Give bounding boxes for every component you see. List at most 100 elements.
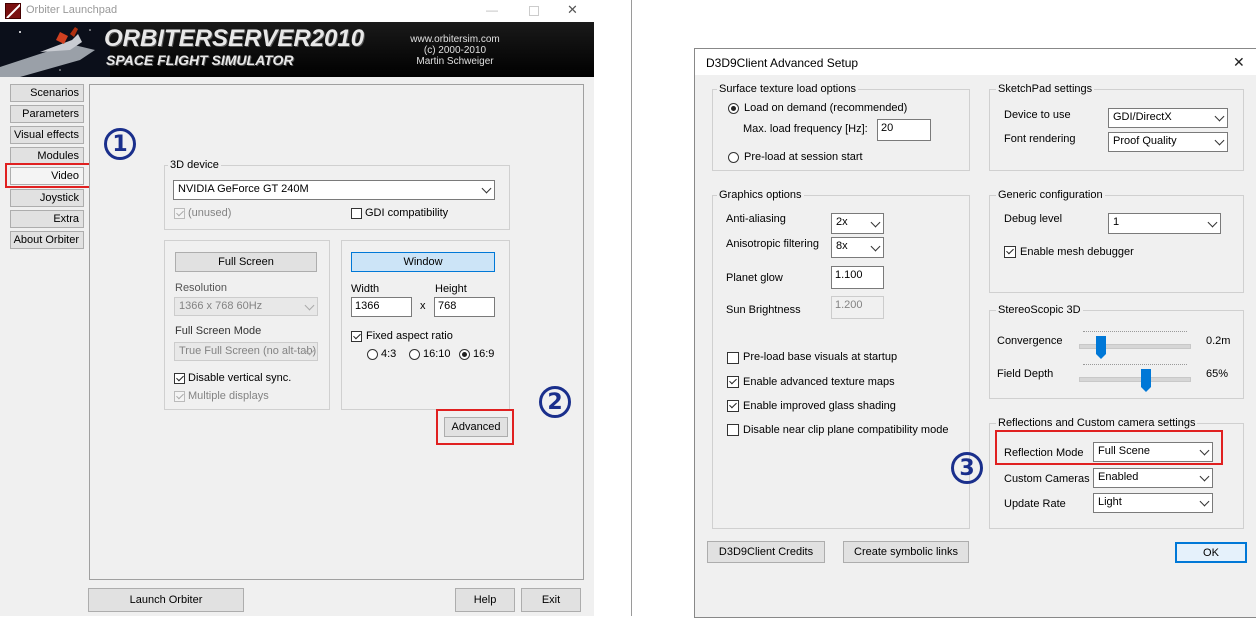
glass-shading-checkbox[interactable] [727, 400, 739, 412]
sketchpad-group-label: SketchPad settings [996, 83, 1095, 95]
anti-aliasing-select[interactable]: 2x [831, 213, 884, 234]
nav-joystick[interactable]: Joystick [10, 189, 84, 207]
load-on-demand-radio[interactable] [728, 103, 739, 114]
convergence-slider[interactable] [1079, 331, 1191, 359]
reflections-group-label: Reflections and Custom camera settings [996, 417, 1198, 429]
nav-about-orbiter[interactable]: About Orbiter [10, 231, 84, 249]
chevron-down-icon [1207, 217, 1218, 227]
unused-checkbox[interactable] [174, 208, 185, 219]
size-separator: x [420, 300, 426, 312]
fixed-aspect-label: Fixed aspect ratio [366, 330, 453, 342]
window-button[interactable]: Window [351, 252, 495, 272]
vsync-checkbox[interactable] [174, 373, 185, 384]
preload-base-checkbox[interactable] [727, 352, 739, 364]
debug-level-select[interactable]: 1 [1108, 213, 1221, 234]
mesh-debugger-label: Enable mesh debugger [1020, 246, 1134, 258]
gdi-compat-label: GDI compatibility [365, 207, 449, 219]
height-input[interactable]: 768 [434, 297, 495, 317]
chevron-down-icon [1214, 135, 1225, 146]
ratio-4-3-radio[interactable] [367, 349, 378, 360]
field-depth-value: 65% [1206, 368, 1229, 380]
d3d9-title: D3D9Client Advanced Setup [706, 56, 859, 70]
font-rendering-select[interactable]: Proof Quality [1108, 132, 1228, 152]
ratio-16-9-radio[interactable] [459, 349, 470, 360]
anti-aliasing-label: Anti-aliasing [726, 213, 786, 225]
font-rendering-label: Font rendering [1004, 133, 1076, 145]
graphics-group-label: Graphics options [717, 189, 804, 201]
device-select[interactable]: NVIDIA GeForce GT 240M [173, 180, 495, 200]
mesh-debugger-checkbox[interactable] [1004, 246, 1016, 258]
fullscreen-mode-label: Full Screen Mode [175, 325, 262, 337]
field-depth-slider[interactable] [1079, 364, 1191, 392]
sketchpad-group [989, 89, 1244, 171]
screenshot-divider [631, 0, 632, 616]
nav-parameters[interactable]: Parameters [10, 105, 84, 123]
annotation-3: 3 [951, 452, 983, 484]
generic-group-label: Generic configuration [996, 189, 1105, 201]
field-depth-slider-thumb[interactable] [1141, 369, 1151, 392]
maximize-icon[interactable] [529, 6, 539, 16]
sun-brightness-input[interactable]: 1.200 [831, 296, 884, 319]
close-icon[interactable]: ✕ [567, 2, 578, 18]
nav-scenarios[interactable]: Scenarios [10, 84, 84, 102]
planet-glow-label: Planet glow [726, 272, 783, 284]
ok-button[interactable]: OK [1175, 542, 1247, 563]
multiple-displays-checkbox[interactable] [174, 391, 185, 402]
field-depth-label: Field Depth [997, 368, 1054, 380]
site-url: www.orbitersim.com [410, 34, 500, 45]
near-clip-checkbox[interactable] [727, 424, 739, 436]
convergence-slider-thumb[interactable] [1096, 336, 1106, 359]
fullscreen-button[interactable]: Full Screen [175, 252, 317, 272]
ratio-16-10-label: 16:10 [423, 348, 451, 360]
banner-credits: www.orbitersim.com (c) 2000-2010 Martin … [400, 34, 510, 67]
convergence-value: 0.2m [1206, 335, 1231, 347]
ratio-16-10-radio[interactable] [409, 349, 420, 360]
near-clip-label: Disable near clip plane compatibility mo… [743, 424, 949, 436]
resolution-select[interactable]: 1366 x 768 60Hz [174, 297, 318, 316]
exit-button[interactable]: Exit [521, 588, 581, 612]
launch-orbiter-button[interactable]: Launch Orbiter [88, 588, 244, 612]
chevron-down-icon [304, 300, 315, 310]
nav-extra[interactable]: Extra [10, 210, 84, 228]
fixed-aspect-checkbox[interactable] [351, 331, 362, 342]
nav-visual-effects[interactable]: Visual effects [10, 126, 84, 144]
width-input[interactable]: 1366 [351, 297, 412, 317]
load-on-demand-label: Load on demand (recommended) [744, 102, 908, 114]
orbiter-banner: ORBITERSERVER2010 SPACE FLIGHT SIMULATOR… [0, 22, 594, 77]
close-icon[interactable]: ✕ [1233, 54, 1245, 71]
max-load-freq-input[interactable]: 20 [877, 119, 931, 141]
d3d9-credits-button[interactable]: D3D9Client Credits [707, 541, 825, 563]
update-rate-select[interactable]: Light [1093, 493, 1213, 513]
fullscreen-mode-select[interactable]: True Full Screen (no alt-tab) [174, 342, 318, 361]
space-shuttle-image [0, 22, 110, 77]
chevron-down-icon [870, 241, 881, 251]
device-to-use-select[interactable]: GDI/DirectX [1108, 108, 1228, 128]
d3d9-titlebar[interactable]: D3D9Client Advanced Setup ✕ [695, 49, 1256, 75]
advanced-texture-checkbox[interactable] [727, 376, 739, 388]
minimize-icon[interactable]: — [486, 3, 498, 17]
preload-session-radio[interactable] [728, 152, 739, 163]
chevron-down-icon [481, 183, 492, 194]
gdi-compat-checkbox[interactable] [351, 208, 362, 219]
multiple-displays-label: Multiple displays [188, 390, 269, 402]
custom-cameras-select[interactable]: Enabled [1093, 468, 1213, 488]
field-depth-slider-track [1079, 377, 1191, 382]
orbiter-logo-subtitle: SPACE FLIGHT SIMULATOR [106, 52, 294, 68]
convergence-label: Convergence [997, 335, 1063, 347]
orbiter-app-icon [5, 3, 21, 19]
highlight-advanced [436, 409, 514, 445]
debug-level-label: Debug level [1004, 213, 1063, 225]
anisotropic-select[interactable]: 8x [831, 237, 884, 258]
advanced-texture-label: Enable advanced texture maps [743, 376, 895, 388]
orbiter-logo: ORBITERSERVER2010 [104, 25, 365, 52]
create-symlinks-button[interactable]: Create symbolic links [843, 541, 969, 563]
preload-session-label: Pre-load at session start [744, 151, 863, 163]
unused-label: (unused) [188, 207, 232, 219]
device-to-use-label: Device to use [1004, 109, 1071, 121]
help-button[interactable]: Help [455, 588, 515, 612]
launchpad-titlebar[interactable]: Orbiter Launchpad — ✕ [0, 0, 594, 22]
highlight-reflection-mode [995, 430, 1223, 465]
update-rate-label: Update Rate [1004, 498, 1066, 510]
surface-group-label: Surface texture load options [717, 83, 858, 95]
planet-glow-input[interactable]: 1.100 [831, 266, 884, 289]
